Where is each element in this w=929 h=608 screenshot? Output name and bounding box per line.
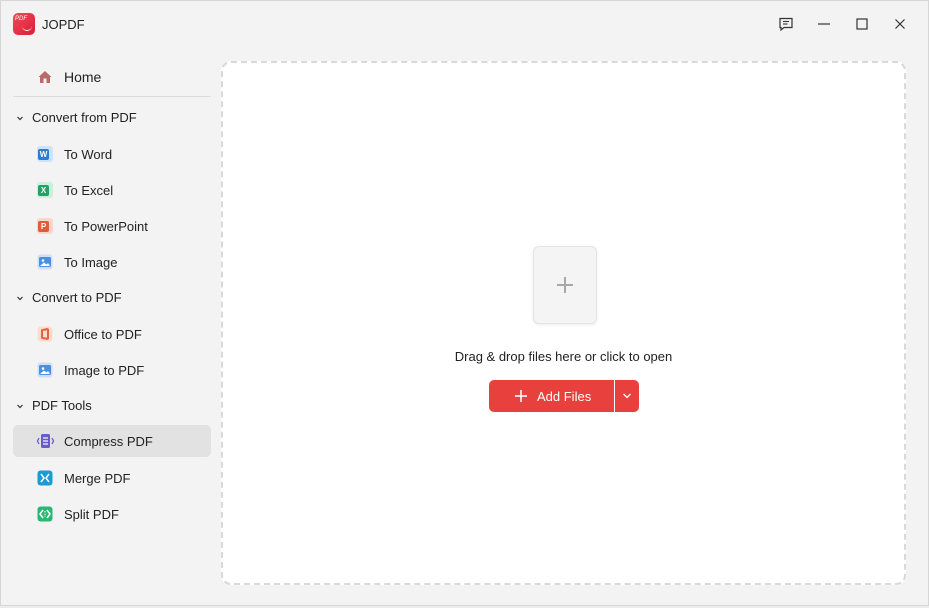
sidebar-item-label: To PowerPoint bbox=[64, 219, 148, 234]
sidebar-item-label: Office to PDF bbox=[64, 327, 142, 342]
sidebar-item-to-powerpoint[interactable]: P To PowerPoint bbox=[13, 210, 211, 242]
office-icon bbox=[37, 326, 53, 342]
split-icon bbox=[37, 506, 53, 522]
sidebar-item-compress-pdf[interactable]: Compress PDF bbox=[13, 425, 211, 457]
excel-icon: X bbox=[37, 182, 53, 198]
word-icon: W bbox=[37, 146, 53, 162]
section-pdf-tools[interactable]: PDF Tools bbox=[13, 392, 211, 420]
image-icon bbox=[37, 362, 53, 378]
app-logo-icon: PDF bbox=[13, 13, 35, 35]
merge-icon bbox=[37, 470, 53, 486]
sidebar-item-to-image[interactable]: To Image bbox=[13, 246, 211, 278]
sidebar-item-label: To Image bbox=[64, 255, 118, 270]
maximize-icon bbox=[856, 18, 868, 30]
minimize-icon bbox=[818, 23, 830, 25]
sidebar-item-to-excel[interactable]: X To Excel bbox=[13, 174, 211, 206]
add-files-dropdown-button[interactable] bbox=[615, 380, 639, 412]
sidebar-item-label: To Word bbox=[64, 147, 113, 162]
sidebar-item-label: Home bbox=[64, 69, 102, 85]
sidebar-item-label: Image to PDF bbox=[64, 363, 145, 378]
feedback-icon bbox=[779, 17, 793, 32]
sidebar-item-split-pdf[interactable]: Split PDF bbox=[13, 498, 211, 530]
sidebar-item-home[interactable]: Home bbox=[13, 61, 211, 93]
add-file-icon[interactable] bbox=[533, 246, 597, 324]
sidebar-item-label: Compress PDF bbox=[64, 434, 153, 449]
chevron-down-icon bbox=[17, 116, 23, 121]
sidebar: Home Convert from PDF W To Word X To Exc… bbox=[1, 59, 219, 579]
section-convert-to-pdf[interactable]: Convert to PDF bbox=[13, 284, 211, 312]
close-button[interactable] bbox=[887, 11, 913, 37]
section-convert-from-pdf[interactable]: Convert from PDF bbox=[13, 104, 211, 132]
compress-icon bbox=[36, 434, 55, 448]
image-icon bbox=[37, 254, 53, 270]
maximize-button[interactable] bbox=[849, 11, 875, 37]
app-window: PDF JOPDF Home Convert from PDF W To Wor… bbox=[0, 0, 929, 606]
section-label: Convert from PDF bbox=[32, 110, 137, 125]
feedback-button[interactable] bbox=[773, 11, 799, 37]
title-bar: PDF JOPDF bbox=[1, 1, 928, 47]
app-title: JOPDF bbox=[42, 17, 85, 32]
chevron-down-icon bbox=[17, 296, 23, 301]
close-icon bbox=[895, 19, 905, 29]
sidebar-item-to-word[interactable]: W To Word bbox=[13, 138, 211, 170]
sidebar-item-merge-pdf[interactable]: Merge PDF bbox=[13, 462, 211, 494]
app-logo-text: PDF bbox=[15, 16, 27, 22]
sidebar-item-image-to-pdf[interactable]: Image to PDF bbox=[13, 354, 211, 386]
minimize-button[interactable] bbox=[811, 11, 837, 37]
add-files-button[interactable]: Add Files bbox=[489, 380, 614, 412]
sidebar-item-label: Split PDF bbox=[64, 507, 119, 522]
plus-icon bbox=[515, 390, 527, 402]
section-label: Convert to PDF bbox=[32, 290, 122, 305]
drop-zone[interactable]: Drag & drop files here or click to open … bbox=[221, 61, 906, 585]
section-label: PDF Tools bbox=[32, 398, 92, 413]
sidebar-item-office-to-pdf[interactable]: Office to PDF bbox=[13, 318, 211, 350]
chevron-down-icon bbox=[623, 393, 631, 399]
sidebar-item-label: To Excel bbox=[64, 183, 114, 198]
add-files-label: Add Files bbox=[537, 389, 592, 404]
sidebar-divider bbox=[13, 96, 211, 97]
powerpoint-icon: P bbox=[37, 218, 53, 234]
drop-hint-text: Drag & drop files here or click to open bbox=[454, 349, 673, 364]
chevron-down-icon bbox=[17, 404, 23, 409]
home-icon bbox=[38, 71, 52, 83]
sidebar-item-label: Merge PDF bbox=[64, 471, 131, 486]
